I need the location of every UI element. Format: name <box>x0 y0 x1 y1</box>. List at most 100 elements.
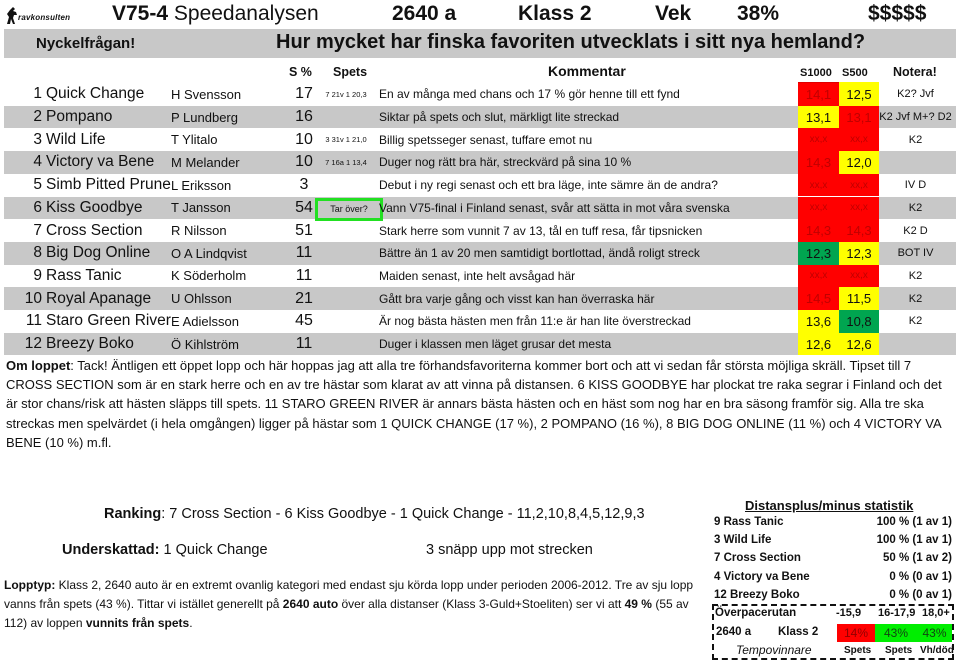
note: K2 <box>908 133 923 146</box>
comment: En av många med chans och 17 % gör henne… <box>379 87 680 102</box>
s1000-value: 13,1 <box>798 105 839 129</box>
overpace-class: Klass 2 <box>778 626 819 638</box>
s1000-value: 14,3 <box>798 219 839 242</box>
spets-info: 7 21v 1 20,3 <box>325 89 367 99</box>
note: K2? Jvf <box>897 88 934 101</box>
overpace-distance: 2640 a <box>716 626 752 638</box>
driver-name: Ö Kihlström <box>171 336 239 352</box>
driver-name: L Eriksson <box>171 177 232 193</box>
horse-name-cell: 4 Victory va Bene <box>24 151 154 174</box>
spets-info <box>310 265 382 288</box>
s1000-value: 14,1 <box>798 83 839 106</box>
comment: Duger i klassen men läget grusar det mes… <box>379 337 612 352</box>
driver-name: R Nilsson <box>171 223 227 239</box>
driver-name: H Svensson <box>171 86 242 102</box>
s1000-value: 12,3 <box>798 241 839 265</box>
note <box>875 151 956 174</box>
overpace-footer-col: Spets <box>844 645 872 656</box>
horse-name-cell: 1 Quick Change <box>24 83 144 106</box>
note <box>875 333 956 356</box>
distans-horse: 4 Victory va Bene <box>714 570 810 583</box>
lopptyp-bold: vunnits från spets <box>85 616 190 630</box>
lopptyp-bold: 2640 auto <box>282 597 339 611</box>
race-title-text: Speedanalysen <box>173 2 319 25</box>
horse-number: 9 <box>33 266 42 284</box>
comment: Gått bra varje gång och visst kan han öv… <box>379 291 655 306</box>
distans-value: 0 % (0 av 1) <box>889 588 952 601</box>
s1000-value: 14,3 <box>798 151 839 174</box>
note: K2 <box>908 292 923 305</box>
note: K2 <box>908 269 923 282</box>
s500-value: 12,5 <box>839 83 879 106</box>
underskattad: Underskattad: 1 Quick Change <box>62 542 268 558</box>
distans-stats-row: 3 Wild Life 100 % (1 av 1) <box>714 534 956 552</box>
overpace-value-vhdod: 43% <box>917 624 952 642</box>
horse-name: Wild Life <box>46 130 106 148</box>
distans-horse: 7 Cross Section <box>714 552 801 565</box>
overpace-footer-col: Vh/död <box>920 645 954 656</box>
comment: Bättre än 1 av 20 men samtidigt bortlott… <box>379 246 700 261</box>
s500-value: xx,x <box>839 128 879 152</box>
race-title: V75-4 Speedanalysen <box>112 2 319 26</box>
horse-name-cell: 6 Kiss Goodbye <box>24 197 143 220</box>
horse-row: 12 Breezy Boko Ö Kihlström 11 Duger i klasse… <box>4 332 956 356</box>
comment: Debut i ny regi senast och ett bra läge,… <box>379 178 718 193</box>
note: IV D <box>904 179 927 192</box>
overpace-footer-label: Tempovinnare <box>736 643 812 657</box>
logo: ravkonsulten <box>4 6 82 26</box>
horse-row: 6 Kiss Goodbye T Jansson 54 Tar över? Vann V7… <box>4 196 956 221</box>
horse-row: 4 Victory va Bene M Melander 10 7 16a 1 13,4… <box>4 151 956 174</box>
horse-name: Rass Tanic <box>46 266 122 284</box>
distans-stats-row: 9 Rass Tanic 100 % (1 av 1) <box>714 516 956 534</box>
race-class: Klass 2 <box>518 2 592 25</box>
spets-info <box>310 174 382 197</box>
distans-horse: 9 Rass Tanic <box>714 516 784 528</box>
vek-value: 38% <box>737 2 780 25</box>
driver-name: K Söderholm <box>171 268 247 284</box>
distans-value: 0 % (0 av 1) <box>889 570 952 583</box>
s1000-value: xx,x <box>798 128 839 152</box>
om-loppet-label: Om loppet <box>6 358 71 373</box>
horse-number: 10 <box>24 289 42 307</box>
s1000-value: xx,x <box>798 264 839 288</box>
note: K2 <box>908 201 923 214</box>
s1000-value: 13,6 <box>798 310 839 333</box>
horse-row: 1 Quick Change H Svensson 17 7 21v 1 20,3 En … <box>4 83 956 106</box>
distans-value: 100 % (1 av 1) <box>876 534 952 547</box>
horse-row: 11 Staro Green River E Adielsson 45 Är nog b… <box>4 310 956 333</box>
horse-number: 2 <box>33 108 42 126</box>
ranking-label: Ranking <box>104 506 162 522</box>
col-header-s500: S500 <box>842 67 868 79</box>
horse-row: 8 Big Dog Online O A Lindqvist 11 Bättre än … <box>4 241 956 265</box>
underskattad-value: 1 Quick Change <box>159 542 268 558</box>
s500-value: 11,5 <box>839 287 879 310</box>
lopptyp-text: över alla distanser (Klass 3-Guld+Stoeli… <box>338 597 625 611</box>
s500-value: xx,x <box>839 173 879 197</box>
note: K2 <box>908 315 923 328</box>
horse-name-cell: 7 Cross Section <box>24 219 142 242</box>
horse-name: Kiss Goodbye <box>46 198 143 216</box>
underskattad-note: 3 snäpp upp mot strecken <box>426 542 593 558</box>
distans-stats-title: Distansplus/minus statistik <box>745 498 914 513</box>
spets-info <box>310 106 382 129</box>
horse-name: Victory va Bene <box>46 153 155 171</box>
distans-value: 50 % (1 av 2) <box>882 552 952 565</box>
distans-stats-row: 4 Victory va Bene 0 % (0 av 1) <box>714 571 956 589</box>
horse-name-cell: 12 Breezy Boko <box>24 333 134 356</box>
comment: Duger nog rätt bra här, streckvärd på si… <box>379 155 632 170</box>
horse-number: 7 <box>33 221 42 239</box>
horse-row: 3 Wild Life T Ylitalo 10 3 31v 1 21,0 Billig … <box>4 128 956 152</box>
s1000-value: 12,6 <box>798 332 839 356</box>
s500-value: xx,x <box>839 196 879 220</box>
distans-horse: 3 Wild Life <box>714 534 772 547</box>
horse-name: Staro Green River <box>46 312 171 330</box>
overpace-range: 16-17,9 <box>878 607 916 619</box>
note: K2 Jvf M+? D2 <box>879 111 952 124</box>
comment: Maiden senast, inte helt avsågad här <box>379 268 576 283</box>
ranking-value: : 7 Cross Section - 6 Kiss Goodbye - 1 Q… <box>161 506 645 522</box>
overpace-value-spets-low: 14% <box>837 624 875 642</box>
overpace-range: 18,0+ <box>922 607 950 619</box>
spets-info <box>310 219 382 242</box>
tar-over-badge: Tar över? <box>315 197 383 221</box>
horse-name-cell: 10 Royal Apanage <box>24 287 151 310</box>
